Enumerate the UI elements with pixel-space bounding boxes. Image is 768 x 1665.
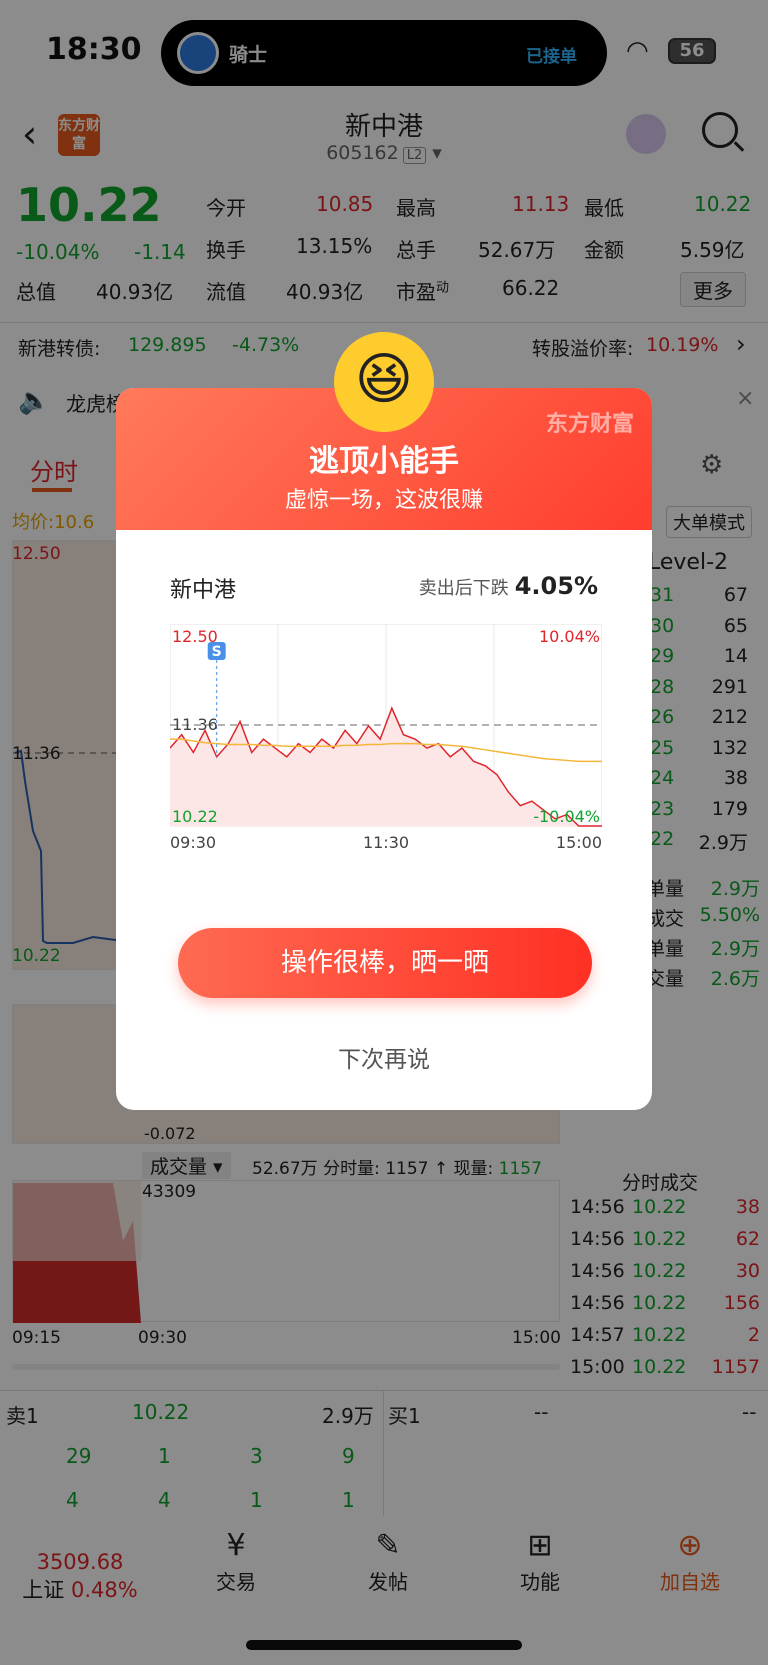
sell-marker-label: S: [212, 644, 222, 660]
x-tick-label: 15:00: [556, 833, 602, 852]
drop-label: 卖出后下跌: [418, 578, 509, 599]
later-button[interactable]: 下次再说: [116, 1040, 652, 1074]
drop-value: 4.05%: [514, 572, 598, 600]
modal-subtitle: 虚惊一场，这波很赚: [284, 488, 483, 513]
share-button[interactable]: 操作很棒，晒一晒: [178, 928, 592, 998]
y-bottom-label: 10.22: [172, 807, 218, 826]
x-tick-label: 11:30: [363, 833, 409, 852]
x-tick-label: 09:30: [170, 833, 216, 852]
achievement-modal: 东方财富 逃顶小能手 虚惊一场，这波很赚 😆 新中港 卖出后下跌 4.05% S1…: [116, 332, 652, 1110]
y-top-label: 12.50: [172, 627, 218, 646]
drop-info: 卖出后下跌 4.05%: [419, 572, 598, 600]
watermark-logo: 东方财富: [545, 412, 634, 437]
pct-bottom-label: -10.04%: [533, 807, 600, 826]
modal-chart: S12.50 11.36 10.22 10.04% -10.04% 09:30 11:30 1…: [170, 624, 602, 852]
laughing-emoji-icon: 😆: [334, 332, 434, 432]
y-mid-label: 11.36: [172, 715, 218, 734]
modal-stock-name: 新中港: [170, 578, 237, 603]
modal-title: 逃顶小能手: [309, 444, 459, 479]
pct-top-label: 10.04%: [539, 627, 600, 646]
